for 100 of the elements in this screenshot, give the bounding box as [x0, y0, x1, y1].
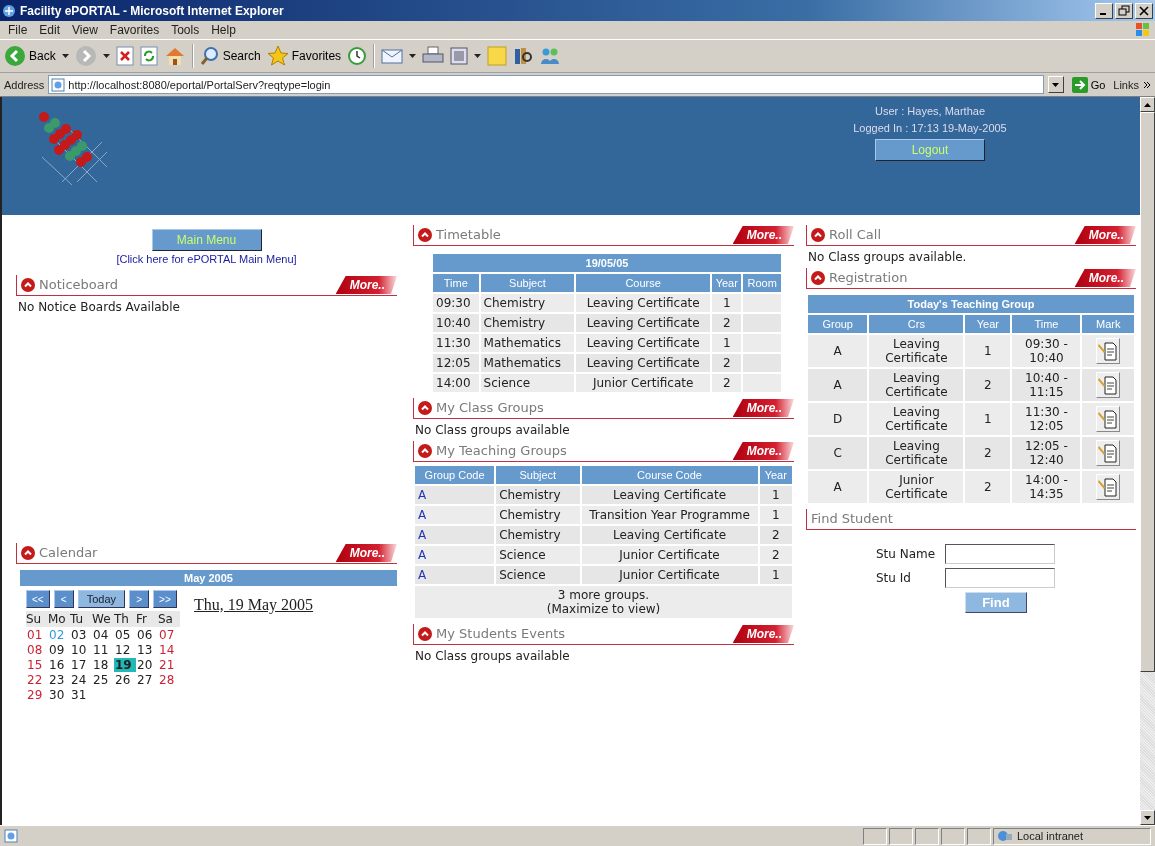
calendar-day[interactable]: 26: [114, 673, 136, 687]
more-link[interactable]: More..: [732, 399, 794, 417]
scroll-up-icon[interactable]: [1144, 102, 1151, 107]
collapse-icon[interactable]: [418, 443, 432, 458]
calendar-day[interactable]: 13: [136, 643, 158, 657]
calendar-day[interactable]: 06: [136, 628, 158, 642]
collapse-icon[interactable]: [21, 277, 35, 292]
stop-icon[interactable]: [115, 46, 134, 66]
calendar-day[interactable]: 23: [48, 673, 70, 687]
menu-item[interactable]: View: [68, 23, 102, 37]
more-link[interactable]: More..: [1074, 269, 1136, 287]
calendar-day[interactable]: 29: [26, 688, 48, 702]
caret-icon[interactable]: [61, 54, 69, 58]
collapse-icon[interactable]: [418, 227, 432, 242]
calendar-day[interactable]: 03: [70, 628, 92, 642]
input-field[interactable]: [945, 544, 1056, 564]
calendar-day[interactable]: 20: [136, 658, 158, 672]
more-link[interactable]: More..: [1074, 226, 1136, 244]
calendar-day[interactable]: 17: [70, 658, 92, 672]
calendar-day[interactable]: 21: [158, 658, 180, 672]
calendar-day[interactable]: 01: [26, 628, 48, 642]
table-cell: D: [808, 403, 868, 435]
more-link[interactable]: More..: [732, 226, 794, 244]
collapse-icon[interactable]: [811, 270, 825, 285]
calendar-day[interactable]: 07: [158, 628, 180, 642]
collapse-icon[interactable]: [21, 545, 35, 560]
main-menu-link[interactable]: [Click here for ePORTAL Main Menu]: [116, 253, 297, 265]
calendar-day[interactable]: 08: [26, 643, 48, 657]
mark-button[interactable]: [1096, 405, 1121, 432]
calendar-day[interactable]: 18: [92, 658, 114, 672]
calendar-day[interactable]: 05: [114, 628, 136, 642]
group-link[interactable]: A: [418, 508, 427, 522]
caret-icon[interactable]: [409, 54, 417, 58]
scrollbar[interactable]: [1140, 97, 1155, 825]
menu-item[interactable]: Edit: [35, 23, 65, 37]
column-header: Group Code: [415, 466, 495, 484]
chevron-icon[interactable]: [1143, 80, 1151, 89]
mail-icon[interactable]: [381, 47, 404, 65]
menu-item[interactable]: File: [4, 23, 32, 37]
collapse-icon[interactable]: [418, 400, 432, 415]
calendar-day[interactable]: 25: [92, 673, 114, 687]
calendar-day[interactable]: 30: [48, 688, 70, 702]
table-cell: A: [808, 369, 868, 401]
calendar-day[interactable]: 16: [48, 658, 70, 672]
address-field[interactable]: http://localhost:8080/eportal/PortalServ?reqtype=login: [48, 75, 1044, 94]
close-icon[interactable]: [1135, 2, 1153, 19]
calendar-day[interactable]: 19: [114, 658, 136, 672]
group-link[interactable]: A: [418, 548, 427, 562]
more-link[interactable]: More..: [732, 625, 794, 643]
calendar-day[interactable]: 14: [158, 643, 180, 657]
caret-icon[interactable]: [102, 54, 110, 58]
books-icon[interactable]: [513, 46, 534, 66]
table-cell: Science: [496, 546, 580, 564]
back-icon: [4, 45, 26, 67]
scroll-down-icon[interactable]: [1144, 815, 1151, 820]
input-field[interactable]: [945, 568, 1056, 588]
collapse-icon[interactable]: [418, 626, 432, 641]
calendar-day[interactable]: 28: [158, 673, 180, 687]
group-link[interactable]: A: [418, 528, 427, 542]
menu-item[interactable]: Help: [207, 23, 240, 37]
calendar-day[interactable]: 04: [92, 628, 114, 642]
table-caption: Today's Teaching Group: [808, 295, 1134, 313]
calendar-day[interactable]: 22: [26, 673, 48, 687]
calendar-day[interactable]: 15: [26, 658, 48, 672]
menu-item[interactable]: Favorites: [105, 23, 164, 37]
group-link[interactable]: A: [418, 488, 427, 502]
collapse-icon[interactable]: [811, 227, 825, 242]
calendar-day[interactable]: 24: [70, 673, 92, 687]
date-link[interactable]: Thu, 19 May 2005: [194, 596, 314, 702]
more-link[interactable]: More..: [335, 544, 397, 562]
caret-icon[interactable]: [474, 54, 482, 58]
calendar-day[interactable]: 11: [92, 643, 114, 657]
restore-icon[interactable]: [1115, 2, 1133, 19]
search-button[interactable]: Search: [199, 46, 261, 66]
back-button[interactable]: Back: [4, 45, 56, 67]
go-button[interactable]: Go: [1067, 76, 1110, 93]
group-link[interactable]: A: [418, 568, 427, 582]
dropdown-button[interactable]: [1047, 76, 1064, 93]
mark-button[interactable]: [1096, 337, 1121, 364]
calendar-day[interactable]: 31: [70, 688, 92, 702]
printer-icon[interactable]: [422, 46, 445, 66]
minimize-icon[interactable]: [1095, 2, 1113, 19]
nav-button[interactable]: Today: [77, 590, 126, 608]
history-icon[interactable]: [347, 46, 368, 66]
status-pane: [941, 827, 965, 845]
links-label[interactable]: Links: [1113, 78, 1139, 91]
calendar-day[interactable]: 12: [114, 643, 136, 657]
favorites-button[interactable]: Favorites: [266, 45, 342, 67]
mark-button[interactable]: [1096, 439, 1121, 466]
table-cell: 1: [759, 486, 792, 504]
calendar-day[interactable]: 09: [48, 643, 70, 657]
calendar-day[interactable]: 10: [70, 643, 92, 657]
calendar-day[interactable]: 27: [136, 673, 158, 687]
more-link[interactable]: More..: [335, 276, 397, 294]
mark-button[interactable]: [1096, 371, 1121, 398]
menu-item[interactable]: Tools: [167, 23, 204, 37]
refresh-icon[interactable]: [139, 46, 158, 66]
mark-button[interactable]: [1096, 473, 1121, 500]
more-link[interactable]: More..: [732, 442, 794, 460]
weekday-label: Mo: [48, 611, 70, 627]
